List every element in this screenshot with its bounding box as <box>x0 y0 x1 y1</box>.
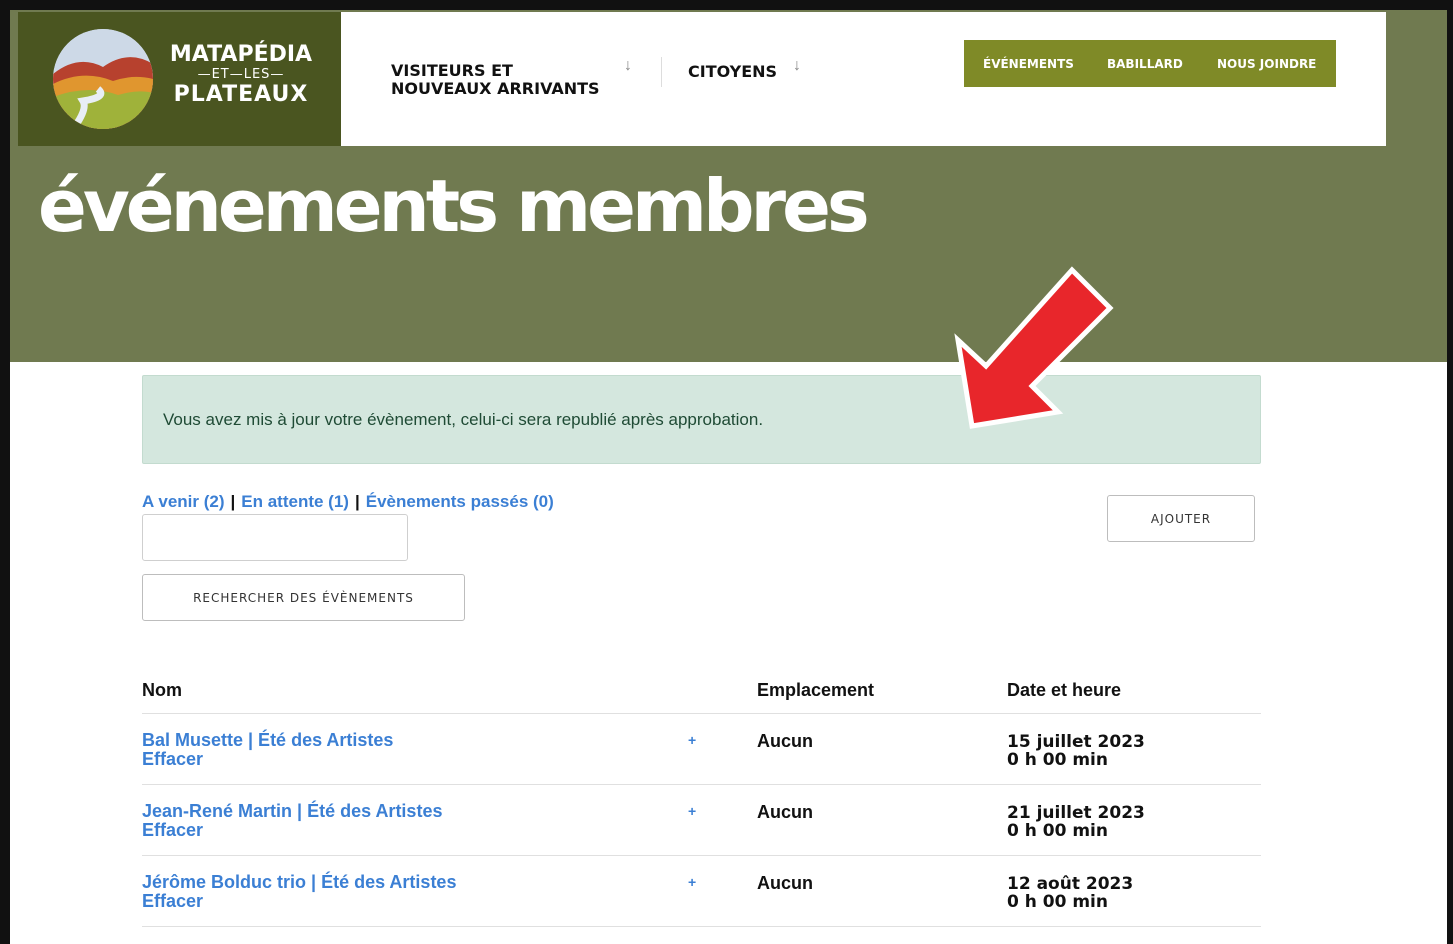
event-datetime: 15 juillet 2023 0 h 00 min <box>1007 732 1145 770</box>
table-row: Jean-René Martin | Été des Artistes Effa… <box>142 785 1261 856</box>
column-header-name: Nom <box>142 680 182 700</box>
plus-icon[interactable]: + <box>688 874 696 890</box>
annotation-arrow-icon <box>954 266 1114 429</box>
logo-text: MATAPÉDIA —ET—LES— PLATEAUX <box>169 42 313 107</box>
delete-event-link[interactable]: Effacer <box>142 750 203 769</box>
event-datetime: 21 juillet 2023 0 h 00 min <box>1007 803 1145 841</box>
delete-event-link[interactable]: Effacer <box>142 892 203 911</box>
column-header-location: Emplacement <box>757 680 875 700</box>
chevron-down-icon: ↓ <box>624 57 632 74</box>
nav-citizens[interactable]: CITOYENS <box>688 63 777 81</box>
event-location: Aucun <box>757 731 813 751</box>
event-location: Aucun <box>757 873 813 893</box>
site-logo[interactable]: MATAPÉDIA —ET—LES— PLATEAUX <box>18 12 341 146</box>
filter-upcoming[interactable]: A venir (2) <box>142 492 225 511</box>
event-filters: A venir (2) | En attente (1) | Évènements pa… <box>142 492 554 511</box>
filter-pending[interactable]: En attente (1) <box>241 492 349 511</box>
search-events-button[interactable]: RECHERCHER DES ÉVÈNEMENTS <box>142 574 465 621</box>
top-nav-board[interactable]: BABILLARD <box>1107 57 1183 71</box>
table-row: Jérôme Bolduc trio | Été des Artistes Ef… <box>142 856 1261 927</box>
nav-divider <box>661 57 662 87</box>
plus-icon[interactable]: + <box>688 803 696 819</box>
column-header-datetime: Date et heure <box>1007 680 1122 700</box>
plus-icon[interactable]: + <box>688 732 696 748</box>
logo-landscape-icon <box>53 29 153 129</box>
event-name-link[interactable]: Jérôme Bolduc trio | Été des Artistes <box>142 873 456 892</box>
top-nav-contact[interactable]: NOUS JOINDRE <box>1217 57 1316 71</box>
event-datetime: 12 août 2023 0 h 00 min <box>1007 874 1134 912</box>
alert-message: Vous avez mis à jour votre évènement, ce… <box>163 410 764 429</box>
table-row: Bal Musette | Été des Artistes Effacer +… <box>142 714 1261 785</box>
add-event-button[interactable]: AJOUTER <box>1107 495 1255 542</box>
top-nav-bar: ÉVÉNEMENTS BABILLARD NOUS JOINDRE <box>964 40 1336 87</box>
event-name-link[interactable]: Jean-René Martin | Été des Artistes <box>142 802 442 821</box>
filter-past[interactable]: Évènements passés (0) <box>366 492 554 511</box>
event-name-link[interactable]: Bal Musette | Été des Artistes <box>142 731 393 750</box>
site-header: MATAPÉDIA —ET—LES— PLATEAUX VISITEURS ET… <box>18 12 1386 146</box>
chevron-down-icon: ↓ <box>793 57 801 74</box>
delete-event-link[interactable]: Effacer <box>142 821 203 840</box>
event-location: Aucun <box>757 802 813 822</box>
search-input[interactable] <box>142 514 408 561</box>
page-title: événements membres <box>38 164 870 248</box>
nav-visitors[interactable]: VISITEURS ET NOUVEAUX ARRIVANTS <box>391 62 600 98</box>
events-table: Nom Emplacement Date et heure Bal Musett… <box>142 672 1261 927</box>
table-header: Nom Emplacement Date et heure <box>142 672 1261 714</box>
top-nav-events[interactable]: ÉVÉNEMENTS <box>983 57 1074 71</box>
